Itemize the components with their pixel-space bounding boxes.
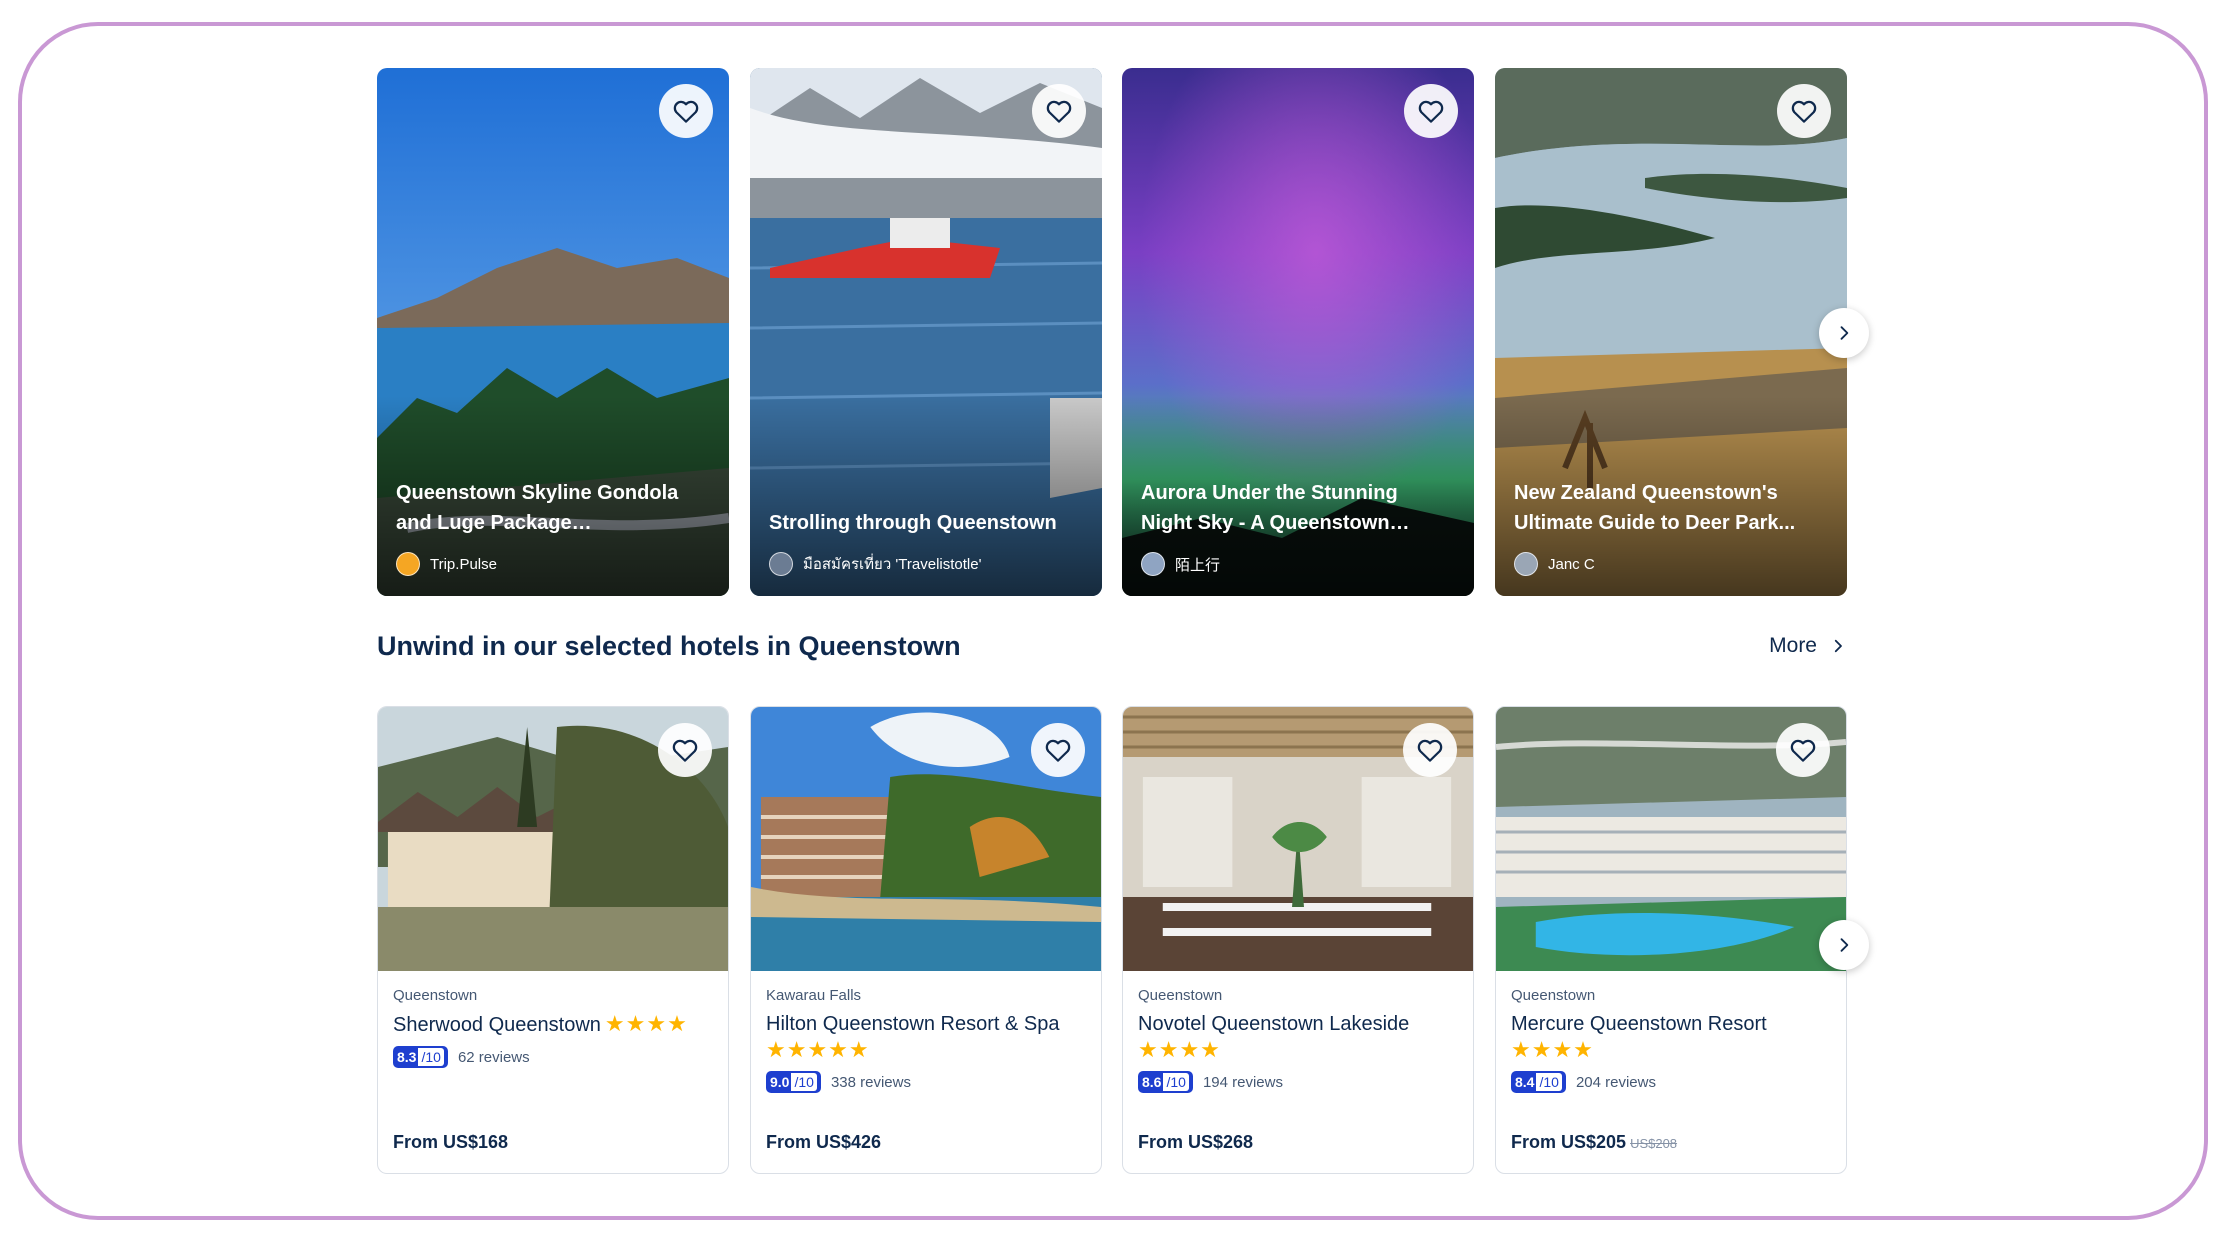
favorite-button[interactable] bbox=[1031, 723, 1085, 777]
chevron-right-icon bbox=[1840, 326, 1849, 340]
section-title: Unwind in our selected hotels in Queenst… bbox=[377, 631, 961, 661]
story-title[interactable]: Strolling through Queenstown bbox=[769, 508, 1078, 538]
story-author[interactable]: Trip.Pulse bbox=[396, 552, 497, 576]
more-link[interactable]: More bbox=[1769, 634, 1847, 658]
review-count: 62 reviews bbox=[457, 1048, 530, 1066]
story-carousel: Queenstown Skyline Gondola and Luge Pack… bbox=[377, 68, 1869, 596]
hotel-name-line: Sherwood Queenstown ★★★★ bbox=[393, 1011, 716, 1038]
review-count: 194 reviews bbox=[1202, 1073, 1283, 1091]
rating-line: 8.4/10 204 reviews bbox=[1511, 1071, 1834, 1093]
score-value: 8.4 bbox=[1515, 1074, 1535, 1090]
price: From US$205 bbox=[1511, 1132, 1627, 1152]
hotels-section-header: Unwind in our selected hotels in Queenst… bbox=[377, 596, 1847, 706]
story-next-button[interactable] bbox=[1819, 308, 1869, 358]
hotel-next-button[interactable] bbox=[1819, 920, 1869, 970]
story-card[interactable]: Queenstown Skyline Gondola and Luge Pack… bbox=[377, 68, 729, 596]
hotel-carousel: Queenstown Sherwood Queenstown ★★★★ 8.3/1… bbox=[377, 706, 1869, 1174]
price-line: From US$426 bbox=[766, 1132, 881, 1153]
hotel-name[interactable]: Mercure Queenstown Resort bbox=[1511, 1011, 1834, 1037]
score-denominator: /10 bbox=[1536, 1073, 1562, 1091]
price: From US$268 bbox=[1138, 1132, 1254, 1152]
avatar bbox=[396, 552, 420, 576]
heart-icon bbox=[1791, 100, 1817, 123]
story-title[interactable]: New Zealand Queenstown's Ultimate Guide … bbox=[1514, 478, 1823, 538]
star-rating: ★★★★ bbox=[1511, 1037, 1594, 1062]
hotel-location: Queenstown bbox=[1511, 987, 1596, 1004]
heart-icon bbox=[1417, 739, 1443, 762]
star-rating: ★★★★ bbox=[604, 1011, 688, 1036]
hotel-card[interactable]: Queenstown Mercure Queenstown Resort ★★★… bbox=[1495, 706, 1847, 1174]
rating-line: 9.0/10 338 reviews bbox=[766, 1071, 1089, 1093]
review-count: 338 reviews bbox=[830, 1073, 911, 1091]
hotel-info: Queenstown Mercure Queenstown Resort ★★★… bbox=[1511, 987, 1834, 1093]
story-author[interactable]: มือสมัครเที่ยว 'Travelistotle' bbox=[769, 552, 981, 576]
story-card[interactable]: Aurora Under the Stunning Night Sky - A … bbox=[1122, 68, 1474, 596]
price-line: From US$268 bbox=[1138, 1132, 1253, 1153]
avatar bbox=[1514, 552, 1538, 576]
rating-line: 8.6/10 194 reviews bbox=[1138, 1071, 1461, 1093]
story-author[interactable]: 陌上行 bbox=[1141, 552, 1220, 576]
hotel-card[interactable]: Kawarau Falls Hilton Queenstown Resort &… bbox=[750, 706, 1102, 1174]
price: From US$168 bbox=[393, 1132, 509, 1152]
hotel-card[interactable]: Queenstown Novotel Queenstown Lakeside ★… bbox=[1122, 706, 1474, 1174]
review-score-badge: 9.0/10 bbox=[766, 1071, 821, 1093]
review-score-badge: 8.3/10 bbox=[393, 1046, 448, 1068]
avatar bbox=[769, 552, 793, 576]
author-name: Trip.Pulse bbox=[430, 555, 497, 573]
review-score-badge: 8.4/10 bbox=[1511, 1071, 1566, 1093]
heart-icon bbox=[1790, 739, 1816, 762]
author-name: Janc C bbox=[1548, 555, 1595, 573]
favorite-button[interactable] bbox=[1403, 723, 1457, 777]
favorite-button[interactable] bbox=[1777, 84, 1831, 138]
original-price: US$208 bbox=[1630, 1136, 1678, 1151]
heart-icon bbox=[673, 100, 699, 123]
chevron-right-icon bbox=[1840, 938, 1849, 952]
star-rating: ★★★★ bbox=[1138, 1037, 1221, 1062]
author-name: มือสมัครเที่ยว 'Travelistotle' bbox=[803, 556, 982, 573]
review-count: 204 reviews bbox=[1575, 1073, 1656, 1091]
story-author[interactable]: Janc C bbox=[1514, 552, 1595, 576]
price-line: From US$168 bbox=[393, 1132, 508, 1153]
hotel-name[interactable]: Hilton Queenstown Resort & Spa bbox=[766, 1011, 1089, 1037]
score-denominator: /10 bbox=[418, 1048, 444, 1066]
score-value: 8.3 bbox=[397, 1049, 417, 1065]
price-line: From US$205 US$208 bbox=[1511, 1132, 1677, 1153]
hotel-location: Queenstown bbox=[393, 987, 478, 1004]
author-name: 陌上行 bbox=[1175, 556, 1221, 574]
heart-icon bbox=[672, 739, 698, 762]
story-title[interactable]: Queenstown Skyline Gondola and Luge Pack… bbox=[396, 478, 705, 538]
hotel-info: Kawarau Falls Hilton Queenstown Resort &… bbox=[766, 987, 1089, 1093]
score-denominator: /10 bbox=[791, 1073, 817, 1091]
story-card[interactable]: Strolling through Queenstown มือสมัครเที… bbox=[750, 68, 1102, 596]
favorite-button[interactable] bbox=[658, 723, 712, 777]
favorite-button[interactable] bbox=[659, 84, 713, 138]
hotel-name[interactable]: Sherwood Queenstown bbox=[393, 1014, 601, 1036]
more-label: More bbox=[1769, 634, 1817, 657]
main-content: Queenstown Skyline Gondola and Luge Pack… bbox=[377, 68, 1869, 1174]
score-denominator: /10 bbox=[1163, 1073, 1189, 1091]
avatar bbox=[1141, 552, 1165, 576]
heart-icon bbox=[1418, 100, 1444, 123]
hotel-name[interactable]: Novotel Queenstown Lakeside bbox=[1138, 1011, 1461, 1037]
score-value: 9.0 bbox=[770, 1074, 790, 1090]
hotel-info: Queenstown Sherwood Queenstown ★★★★ 8.3/1… bbox=[393, 987, 716, 1068]
price: From US$426 bbox=[766, 1132, 882, 1152]
story-card[interactable]: New Zealand Queenstown's Ultimate Guide … bbox=[1495, 68, 1847, 596]
heart-icon bbox=[1046, 100, 1072, 123]
favorite-button[interactable] bbox=[1032, 84, 1086, 138]
hotel-card[interactable]: Queenstown Sherwood Queenstown ★★★★ 8.3/1… bbox=[377, 706, 729, 1174]
chevron-right-icon bbox=[1834, 639, 1842, 653]
hotel-location: Kawarau Falls bbox=[766, 987, 862, 1004]
review-score-badge: 8.6/10 bbox=[1138, 1071, 1193, 1093]
favorite-button[interactable] bbox=[1404, 84, 1458, 138]
hotel-info: Queenstown Novotel Queenstown Lakeside ★… bbox=[1138, 987, 1461, 1093]
hotel-location: Queenstown bbox=[1138, 987, 1223, 1004]
rating-line: 8.3/10 62 reviews bbox=[393, 1046, 716, 1068]
favorite-button[interactable] bbox=[1776, 723, 1830, 777]
star-rating: ★★★★★ bbox=[766, 1037, 870, 1062]
story-title[interactable]: Aurora Under the Stunning Night Sky - A … bbox=[1141, 478, 1450, 538]
heart-icon bbox=[1045, 739, 1071, 762]
score-value: 8.6 bbox=[1142, 1074, 1162, 1090]
